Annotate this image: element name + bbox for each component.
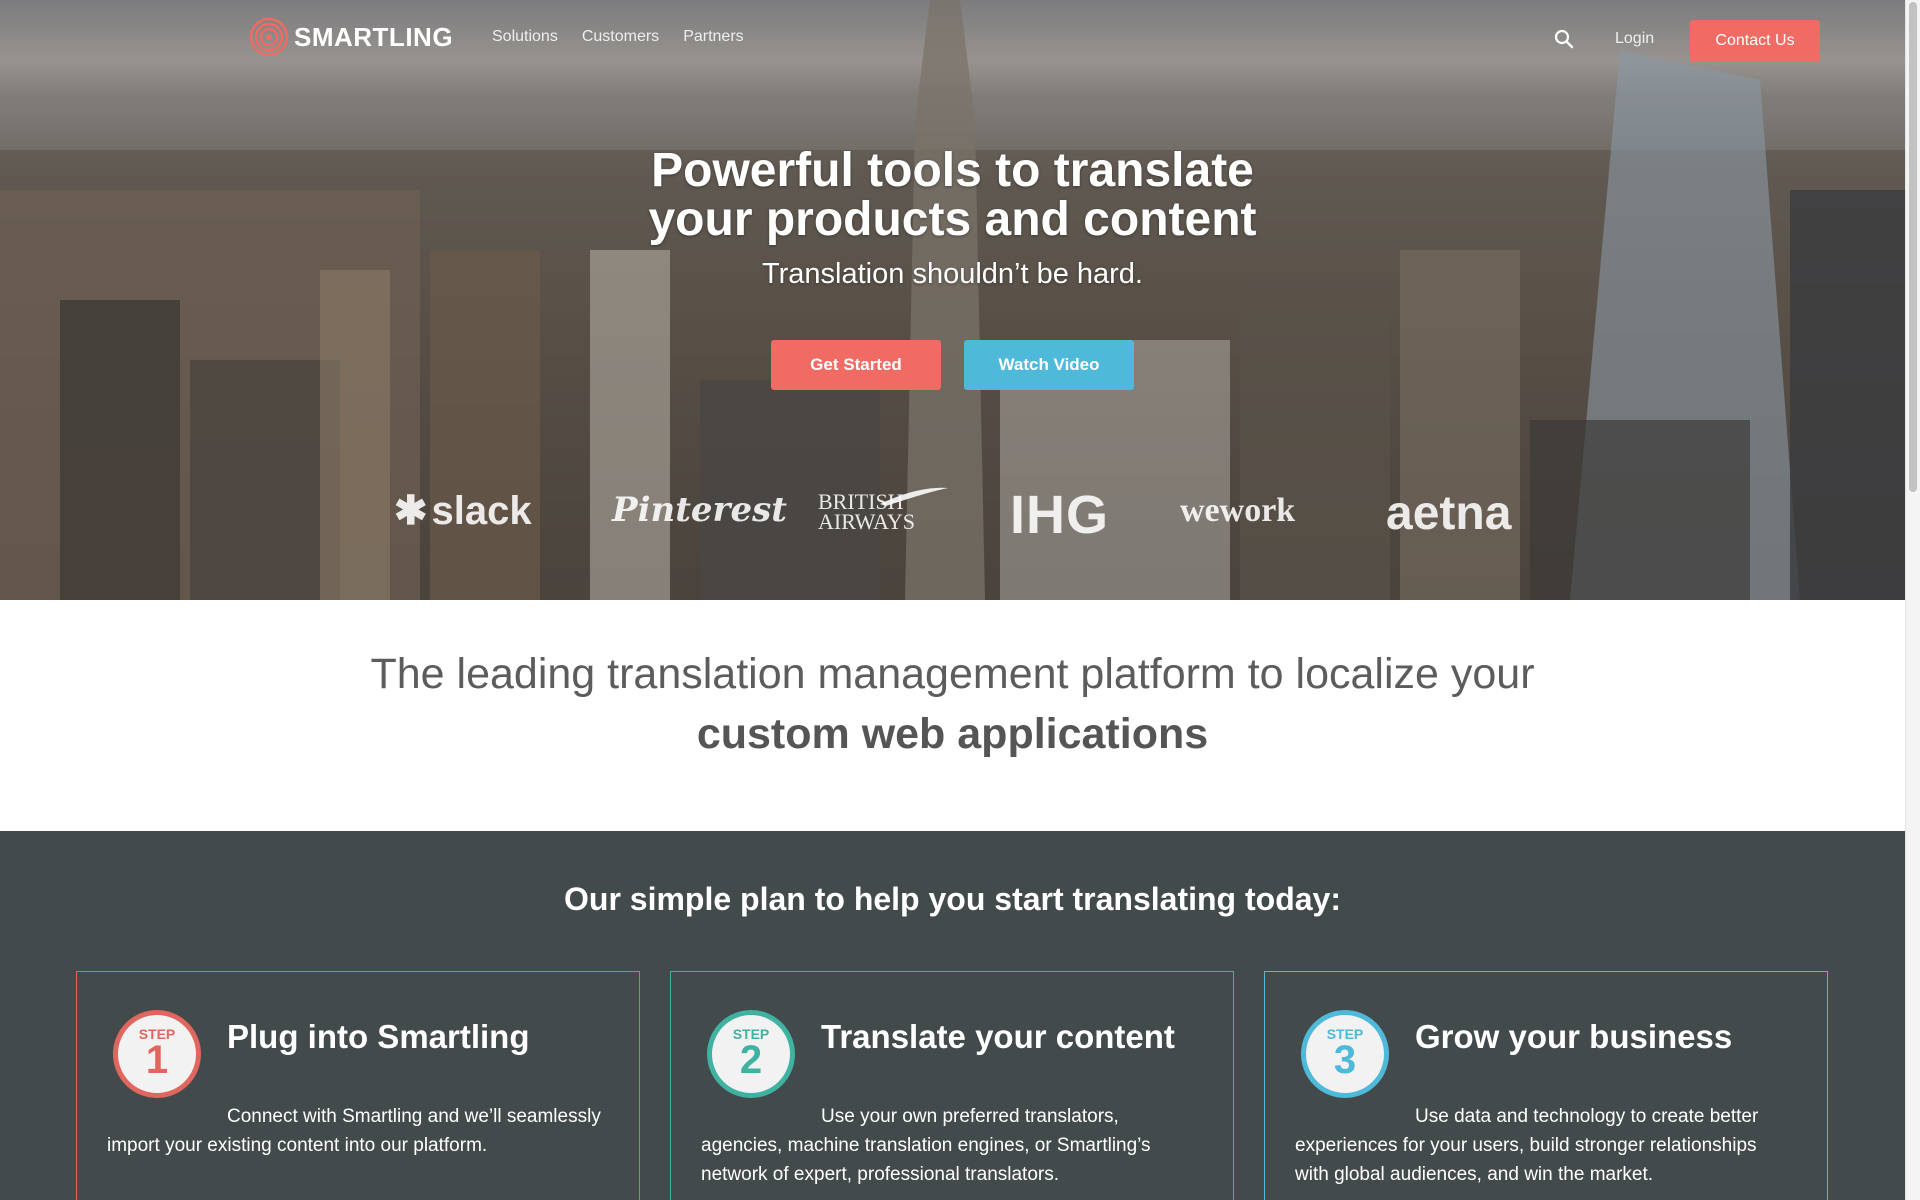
nav-partners[interactable]: Partners (683, 28, 743, 46)
step-description: Use your own preferred translators, agen… (701, 1106, 1151, 1185)
hero-title-line2: your products and content (648, 193, 1257, 246)
step-title: Plug into Smartling (227, 1018, 530, 1055)
pinterest-logo: Pinterest (612, 490, 787, 530)
fingerprint-logo-icon (249, 17, 289, 57)
slack-wordmark: slack (431, 488, 532, 533)
hero-subtitle: Translation shouldn’t be hard. (762, 258, 1143, 290)
get-started-button[interactable]: Get Started (771, 340, 941, 390)
step-card-2: STEP 2 Translate your content Use your o… (670, 971, 1234, 1200)
slack-logo: ✱ slack (394, 488, 532, 534)
hero-title-line1: Powerful tools to translate (651, 144, 1254, 197)
wework-logo: wework (1180, 492, 1296, 529)
contact-us-button[interactable]: Contact Us (1690, 20, 1820, 62)
nav-customers[interactable]: Customers (582, 28, 659, 46)
plan-title: Our simple plan to help you start transl… (564, 881, 1341, 917)
nav-links: Solutions Customers Partners (492, 28, 744, 46)
step-description: Connect with Smartling and we’ll seamles… (107, 1106, 601, 1156)
smartling-logo[interactable]: SMARTLING (248, 16, 453, 58)
tagline-line1: The leading translation management platf… (370, 650, 1535, 698)
search-icon[interactable] (1554, 29, 1574, 49)
step-badge-1: STEP 1 (113, 1010, 201, 1098)
step-title: Translate your content (821, 1018, 1175, 1055)
scrollbar-thumb[interactable] (1909, 2, 1917, 492)
step-number: 1 (145, 1038, 169, 1082)
aetna-logo: aetna (1386, 487, 1512, 540)
step-badge-2: STEP 2 (707, 1010, 795, 1098)
vertical-scrollbar[interactable] (1905, 0, 1920, 1200)
top-navigation: SMARTLING Solutions Customers Partners L… (0, 0, 1905, 78)
ba-line2: AIRWAYS (818, 509, 915, 534)
nav-solutions[interactable]: Solutions (492, 28, 558, 46)
ihg-logo: IHG (1010, 485, 1110, 545)
slack-hash-icon: ✱ (394, 489, 428, 533)
brand-name: SMARTLING (294, 21, 454, 52)
step-badge-3: STEP 3 (1301, 1010, 1389, 1098)
login-link[interactable]: Login (1615, 30, 1654, 48)
step-title: Grow your business (1415, 1018, 1733, 1055)
step-card-1: STEP 1 Plug into Smartling Connect with … (76, 971, 640, 1200)
hero-section: SMARTLING Solutions Customers Partners L… (0, 0, 1905, 600)
step-number: 2 (739, 1038, 763, 1082)
step-card-3: STEP 3 Grow your business Use data and t… (1264, 971, 1828, 1200)
customer-logos: ✱ slack Pinterest BRITISH AIRWAYS IHG we… (0, 478, 1905, 548)
hero-title: Powerful tools to translate your product… (0, 146, 1905, 244)
speedmarque-icon (880, 487, 948, 506)
british-airways-logo: BRITISH AIRWAYS (818, 487, 948, 534)
watch-video-button[interactable]: Watch Video (964, 340, 1134, 390)
step-description: Use data and technology to create better… (1295, 1106, 1759, 1185)
tagline-line2: custom web applications (696, 710, 1209, 758)
tagline-section: The leading translation management platf… (0, 600, 1905, 831)
plan-section: Our simple plan to help you start transl… (0, 831, 1905, 1200)
step-number: 3 (1333, 1038, 1357, 1082)
